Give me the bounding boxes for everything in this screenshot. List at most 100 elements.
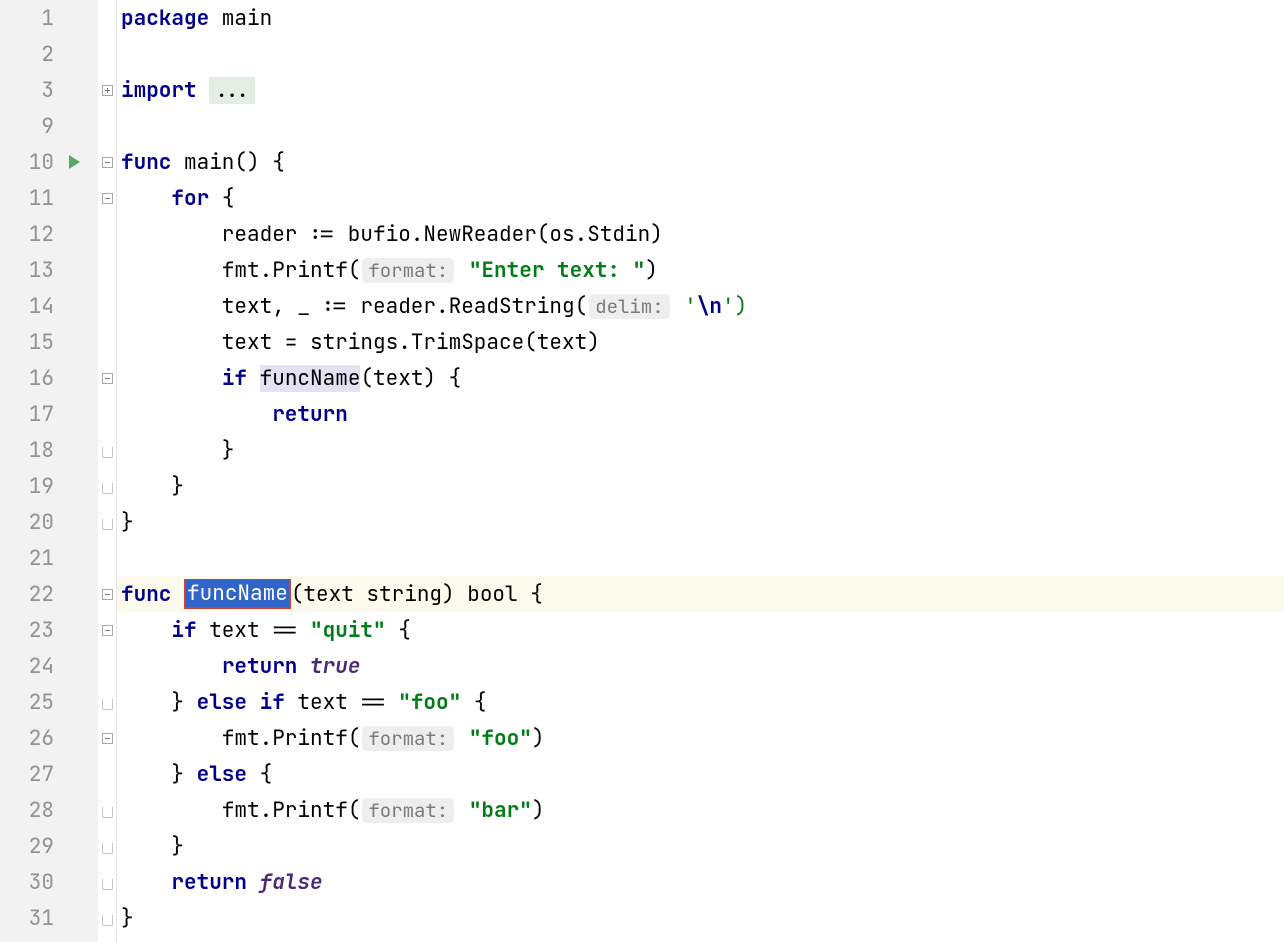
- code-line[interactable]: fmt.Printf(format: "foo"): [117, 720, 1284, 756]
- code-line[interactable]: }: [117, 432, 1284, 468]
- fold-end-icon[interactable]: [102, 699, 113, 710]
- keyword: package: [121, 5, 209, 32]
- code-line[interactable]: [117, 108, 1284, 144]
- code-text: (text) {: [360, 365, 461, 392]
- code-text: }: [121, 473, 184, 500]
- line-number[interactable]: 19: [0, 468, 94, 504]
- keyword: func: [121, 149, 171, 176]
- code-area[interactable]: package main import ... func main() { for …: [117, 0, 1284, 942]
- fold-cell: [98, 180, 116, 216]
- keyword: if: [222, 365, 247, 392]
- code-line[interactable]: return: [117, 396, 1284, 432]
- code-line[interactable]: [117, 540, 1284, 576]
- fold-end-icon[interactable]: [102, 519, 113, 530]
- keyword: return: [272, 401, 348, 428]
- keyword: return: [222, 653, 310, 680]
- fold-cell: [98, 72, 116, 108]
- folded-import[interactable]: ...: [209, 77, 255, 104]
- fold-end-icon[interactable]: [102, 447, 113, 458]
- code-line[interactable]: }: [117, 900, 1284, 936]
- fold-end-icon[interactable]: [102, 807, 113, 818]
- code-text: }: [121, 509, 134, 536]
- line-number[interactable]: 18: [0, 432, 94, 468]
- code-line[interactable]: [117, 36, 1284, 72]
- string-literal: "foo": [469, 725, 532, 752]
- fold-cell: [98, 216, 116, 252]
- line-number[interactable]: 23: [0, 612, 94, 648]
- line-number[interactable]: 2: [0, 36, 94, 72]
- fold-cell: [98, 396, 116, 432]
- line-number[interactable]: 20: [0, 504, 94, 540]
- code-line[interactable]: package main: [117, 0, 1284, 36]
- line-number[interactable]: 27: [0, 756, 94, 792]
- code-line[interactable]: }: [117, 468, 1284, 504]
- line-number[interactable]: 15: [0, 324, 94, 360]
- code-line[interactable]: text, _ := reader.ReadString(delim: '\n'…: [117, 288, 1284, 324]
- keyword: else if: [184, 689, 297, 716]
- line-number[interactable]: 16: [0, 360, 94, 396]
- func-call: funcName: [260, 365, 361, 392]
- code-line[interactable]: fmt.Printf(format: "Enter text: "): [117, 252, 1284, 288]
- fold-collapse-icon[interactable]: [102, 193, 113, 204]
- fold-cell: [98, 324, 116, 360]
- param-hint: format:: [362, 726, 454, 751]
- line-number[interactable]: 17: [0, 396, 94, 432]
- fold-collapse-icon[interactable]: [102, 157, 113, 168]
- fold-collapse-icon[interactable]: [102, 373, 113, 384]
- rename-field[interactable]: funcName: [184, 579, 291, 609]
- line-number[interactable]: 28: [0, 792, 94, 828]
- line-number[interactable]: 13: [0, 252, 94, 288]
- gutter: 1239101112131415161718192021222324252627…: [0, 0, 98, 942]
- line-number[interactable]: 12: [0, 216, 94, 252]
- code-line[interactable]: reader := bufio.NewReader(os.Stdin): [117, 216, 1284, 252]
- code-line[interactable]: if text == "quit" {: [117, 612, 1284, 648]
- fold-end-icon[interactable]: [102, 843, 113, 854]
- keyword: for: [171, 185, 209, 212]
- fold-cell: [98, 504, 116, 540]
- code-line[interactable]: }: [117, 828, 1284, 864]
- line-number[interactable]: 30: [0, 864, 94, 900]
- code-line[interactable]: fmt.Printf(format: "bar"): [117, 792, 1284, 828]
- line-number[interactable]: 3: [0, 72, 94, 108]
- code-line[interactable]: for {: [117, 180, 1284, 216]
- line-number[interactable]: 9: [0, 108, 94, 144]
- fold-end-icon[interactable]: [102, 483, 113, 494]
- selected-text: funcName: [186, 580, 289, 607]
- run-icon[interactable]: [69, 155, 80, 169]
- fold-expand-icon[interactable]: [102, 85, 113, 96]
- fold-cell: [98, 864, 116, 900]
- line-number[interactable]: 25: [0, 684, 94, 720]
- code-line[interactable]: if funcName(text) {: [117, 360, 1284, 396]
- code-line[interactable]: func funcName(text string) bool {: [117, 576, 1284, 612]
- line-number[interactable]: 24: [0, 648, 94, 684]
- line-number[interactable]: 10: [0, 144, 94, 180]
- line-number[interactable]: 31: [0, 900, 94, 936]
- code-text: ): [645, 257, 658, 284]
- keyword: func: [121, 581, 171, 608]
- line-number[interactable]: 14: [0, 288, 94, 324]
- keyword: else: [184, 761, 260, 788]
- fold-collapse-icon[interactable]: [102, 625, 113, 636]
- fold-end-icon[interactable]: [102, 915, 113, 926]
- line-number[interactable]: 29: [0, 828, 94, 864]
- string-literal: "foo": [398, 689, 461, 716]
- line-number[interactable]: 22: [0, 576, 94, 612]
- line-number[interactable]: 26: [0, 720, 94, 756]
- code-line[interactable]: return true: [117, 648, 1284, 684]
- code-line[interactable]: } else {: [117, 756, 1284, 792]
- code-line[interactable]: }: [117, 504, 1284, 540]
- fold-collapse-icon[interactable]: [102, 733, 113, 744]
- line-number[interactable]: 11: [0, 180, 94, 216]
- code-line[interactable]: return false: [117, 864, 1284, 900]
- code-line[interactable]: import ...: [117, 72, 1284, 108]
- fold-cell: [98, 36, 116, 72]
- fold-end-icon[interactable]: [102, 879, 113, 890]
- fold-cell: [98, 108, 116, 144]
- code-line[interactable]: func main() {: [117, 144, 1284, 180]
- fold-collapse-icon[interactable]: [102, 589, 113, 600]
- line-number[interactable]: 1: [0, 0, 94, 36]
- line-number[interactable]: 21: [0, 540, 94, 576]
- string-literal: "Enter text: ": [469, 257, 645, 284]
- code-line[interactable]: } else if text == "foo" {: [117, 684, 1284, 720]
- code-line[interactable]: text = strings.TrimSpace(text): [117, 324, 1284, 360]
